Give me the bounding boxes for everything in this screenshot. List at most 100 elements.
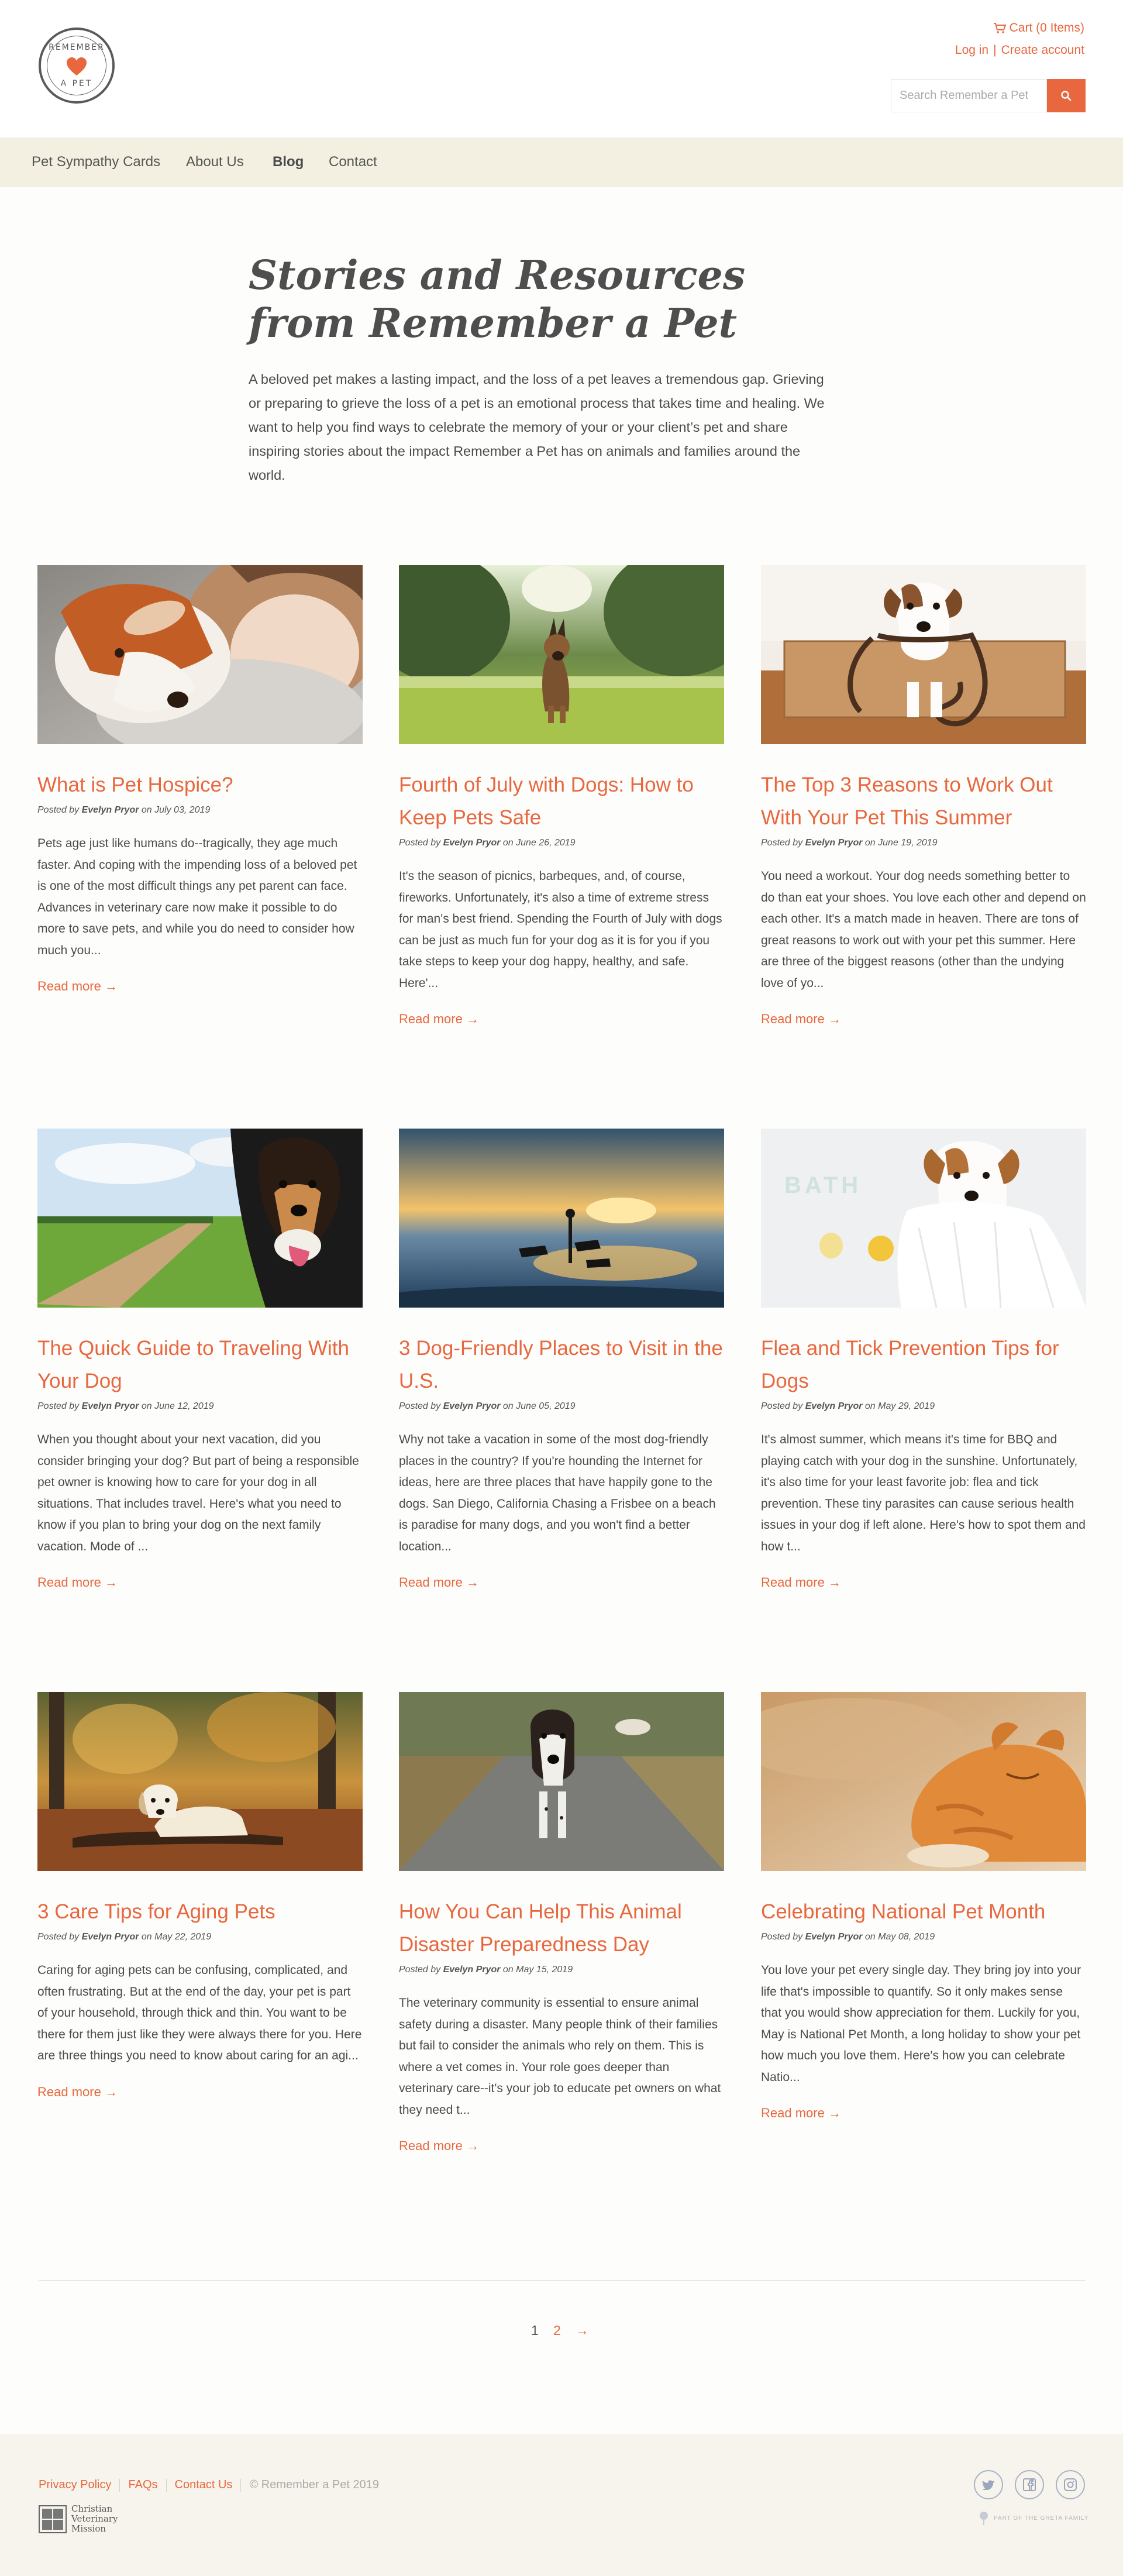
read-more-link[interactable]: Read more →: [399, 2138, 479, 2154]
blog-card: Celebrating National Pet Month Posted by…: [761, 1692, 1086, 2121]
post-excerpt: You love your pet every single day. They…: [761, 1963, 1081, 2084]
post-meta: Posted by Evelyn Pryor on June 19, 2019: [761, 838, 1086, 848]
pagination-current-page: 1: [531, 2323, 539, 2338]
post-date: June 05, 2019: [516, 1401, 576, 1411]
post-title[interactable]: Fourth of July with Dogs: How to Keep Pe…: [399, 769, 724, 834]
read-more-link[interactable]: Read more →: [37, 1575, 118, 1590]
facebook-link[interactable]: [1015, 2470, 1044, 2499]
post-image-dog-and-girl[interactable]: [37, 565, 363, 744]
nav-item-blog[interactable]: Blog: [273, 154, 304, 170]
posted-by-label: Posted by: [37, 1932, 80, 1942]
remember-a-pet-logo[interactable]: REMEMBER A PET: [39, 27, 115, 104]
read-more-link[interactable]: Read more →: [37, 2085, 118, 2100]
blog-card: Fourth of July with Dogs: How to Keep Pe…: [399, 565, 724, 1027]
logo-text-bottom: A PET: [60, 79, 93, 88]
search-input[interactable]: [900, 89, 1038, 102]
post-image-dog-in-towel[interactable]: BATH: [761, 1129, 1086, 1308]
nav-item-contact[interactable]: Contact: [329, 154, 377, 170]
read-more-link[interactable]: Read more →: [761, 1012, 841, 1027]
footer-divider: [166, 2478, 167, 2492]
post-title[interactable]: The Top 3 Reasons to Work Out With Your …: [761, 769, 1086, 834]
privacy-policy-link[interactable]: Privacy Policy: [39, 2478, 111, 2492]
pagination-page-2[interactable]: 2: [553, 2323, 561, 2338]
on-label: on: [864, 1401, 876, 1411]
cart-link[interactable]: Cart (0 Items): [993, 21, 1084, 35]
post-date: May 22, 2019: [154, 1932, 212, 1942]
post-image-terrier-with-leash[interactable]: [761, 565, 1086, 744]
nav-item-pet-sympathy-cards[interactable]: Pet Sympathy Cards: [32, 154, 160, 170]
posted-by-label: Posted by: [399, 1401, 441, 1411]
instagram-link[interactable]: [1056, 2470, 1085, 2499]
nav-item-about-us[interactable]: About Us: [186, 154, 244, 170]
bath-sign-text: BATH: [784, 1172, 862, 1198]
page-title: Stories and Resources from Remember a Pe…: [249, 252, 746, 347]
post-meta: Posted by Evelyn Pryor on June 05, 2019: [399, 1401, 724, 1412]
main-nav: Pet Sympathy Cards About Us Blog Contact: [0, 137, 1123, 187]
read-more-link[interactable]: Read more →: [37, 979, 118, 994]
blog-card: BATH Flea and Tick Prevention Tips for D…: [761, 1129, 1086, 1590]
read-more-link[interactable]: Read more →: [761, 1575, 841, 1590]
heart-paw-icon: [67, 57, 87, 75]
post-image-sleeping-cat[interactable]: [761, 1692, 1086, 1871]
faqs-link[interactable]: FAQs: [128, 2478, 157, 2492]
post-meta: Posted by Evelyn Pryor on May 29, 2019: [761, 1401, 1086, 1412]
greta-family-badge[interactable]: PART OF THE GRETA FAMILY: [977, 2511, 1088, 2525]
on-label: on: [864, 1932, 876, 1942]
posted-by-label: Posted by: [399, 838, 441, 848]
post-meta: Posted by Evelyn Pryor on May 08, 2019: [761, 1932, 1086, 1942]
post-title[interactable]: 3 Care Tips for Aging Pets: [37, 1896, 363, 1928]
blog-card: What is Pet Hospice? Posted by Evelyn Pr…: [37, 565, 363, 994]
search-button[interactable]: [1047, 79, 1086, 112]
post-title[interactable]: Celebrating National Pet Month: [761, 1896, 1086, 1928]
facebook-icon: [1023, 2478, 1036, 2491]
post-title[interactable]: What is Pet Hospice?: [37, 769, 363, 802]
footer-divider: [119, 2478, 120, 2492]
blog-card: 3 Care Tips for Aging Pets Posted by Eve…: [37, 1692, 363, 2100]
post-title[interactable]: How You Can Help This Animal Disaster Pr…: [399, 1896, 724, 1961]
christian-veterinary-mission-logo[interactable]: Christian Veterinary Mission: [39, 2504, 118, 2534]
on-label: on: [141, 805, 152, 815]
post-excerpt: It's almost summer, which means it's tim…: [761, 1433, 1086, 1553]
post-author: Evelyn Pryor: [81, 805, 139, 815]
on-label: on: [141, 1401, 152, 1411]
post-image-german-shepherd[interactable]: [399, 565, 724, 744]
post-image-old-dog-autumn[interactable]: [37, 1692, 363, 1871]
contact-us-link[interactable]: Contact Us: [175, 2478, 233, 2492]
twitter-link[interactable]: [974, 2470, 1003, 2499]
post-title[interactable]: 3 Dog-Friendly Places to Visit in the U.…: [399, 1332, 724, 1398]
post-title[interactable]: The Quick Guide to Traveling With Your D…: [37, 1332, 363, 1398]
post-title[interactable]: Flea and Tick Prevention Tips for Dogs: [761, 1332, 1086, 1398]
tree-icon: [980, 2512, 988, 2525]
post-author: Evelyn Pryor: [805, 1932, 863, 1942]
posted-by-label: Posted by: [37, 805, 80, 815]
post-excerpt: Why not take a vacation in some of the m…: [399, 1433, 716, 1553]
pagination-next-arrow[interactable]: →: [576, 2323, 589, 2338]
post-image-dogs-on-road[interactable]: [399, 1692, 724, 1871]
on-label: on: [141, 1932, 152, 1942]
create-account-link[interactable]: Create account: [1001, 43, 1084, 57]
post-date: May 29, 2019: [878, 1401, 935, 1411]
blog-card: The Top 3 Reasons to Work Out With Your …: [761, 565, 1086, 1027]
post-author: Evelyn Pryor: [805, 1401, 863, 1411]
cvm-line: Veterinary: [71, 2513, 118, 2524]
post-author: Evelyn Pryor: [805, 838, 863, 848]
post-image-dog-in-car[interactable]: [37, 1129, 363, 1308]
on-label: on: [864, 838, 876, 848]
post-meta: Posted by Evelyn Pryor on May 22, 2019: [37, 1932, 363, 1942]
cvm-logo-mark: [39, 2505, 67, 2533]
login-link[interactable]: Log in: [955, 43, 988, 57]
read-more-link[interactable]: Read more →: [761, 2106, 841, 2121]
read-more-link[interactable]: Read more →: [399, 1012, 479, 1027]
post-author: Evelyn Pryor: [443, 1965, 501, 1975]
post-meta: Posted by Evelyn Pryor on May 15, 2019: [399, 1965, 724, 1975]
copyright-text: © Remember a Pet 2019: [249, 2478, 379, 2491]
post-author: Evelyn Pryor: [443, 1401, 501, 1411]
post-date: June 26, 2019: [516, 838, 576, 848]
logo-text-top: REMEMBER: [49, 43, 105, 52]
posted-by-label: Posted by: [761, 838, 803, 848]
post-image-beach-sunset[interactable]: [399, 1129, 724, 1308]
site-header: REMEMBER A PET Cart (0 Items) Log in | C…: [0, 0, 1123, 137]
posted-by-label: Posted by: [761, 1932, 803, 1942]
search-field[interactable]: [891, 79, 1047, 112]
read-more-link[interactable]: Read more →: [399, 1575, 479, 1590]
